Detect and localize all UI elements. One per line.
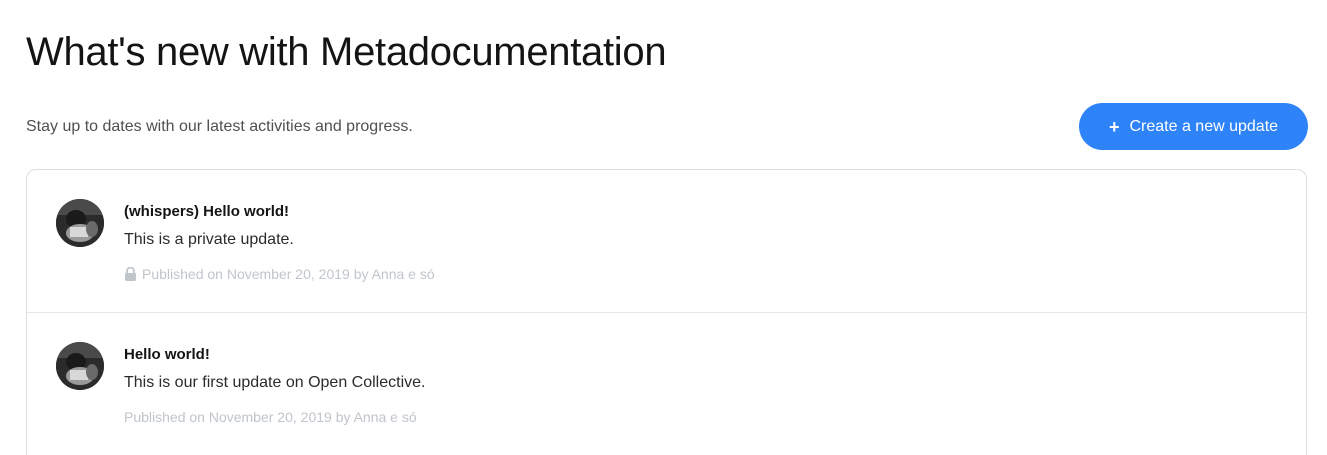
update-item[interactable]: (whispers) Hello world! This is a privat…: [27, 170, 1306, 313]
avatar-image: [56, 199, 104, 247]
page-title: What's new with Metadocumentation: [26, 30, 667, 74]
page-subtitle: Stay up to dates with our latest activit…: [26, 118, 413, 135]
create-update-button[interactable]: + Create a new update: [1079, 103, 1308, 150]
lock-icon: [124, 266, 137, 281]
update-meta: Published on November 20, 2019 by Anna e…: [124, 266, 435, 282]
updates-page: What's new with Metadocumentation Stay u…: [0, 0, 1327, 455]
update-meta-text: Published on November 20, 2019 by Anna e…: [142, 266, 435, 282]
update-title[interactable]: Hello world!: [124, 346, 210, 364]
update-body: This is a private update.: [124, 231, 294, 248]
update-title[interactable]: (whispers) Hello world!: [124, 203, 289, 221]
update-meta: Published on November 20, 2019 by Anna e…: [124, 409, 417, 425]
avatar[interactable]: [56, 199, 104, 247]
avatar-image: [56, 342, 104, 390]
update-meta-text: Published on November 20, 2019 by Anna e…: [124, 409, 417, 425]
create-update-label: Create a new update: [1129, 117, 1279, 135]
plus-icon: +: [1108, 116, 1120, 137]
update-body: This is our first update on Open Collect…: [124, 374, 426, 391]
avatar[interactable]: [56, 342, 104, 390]
updates-list: (whispers) Hello world! This is a privat…: [26, 169, 1307, 455]
update-item[interactable]: Hello world! This is our first update on…: [27, 313, 1306, 455]
